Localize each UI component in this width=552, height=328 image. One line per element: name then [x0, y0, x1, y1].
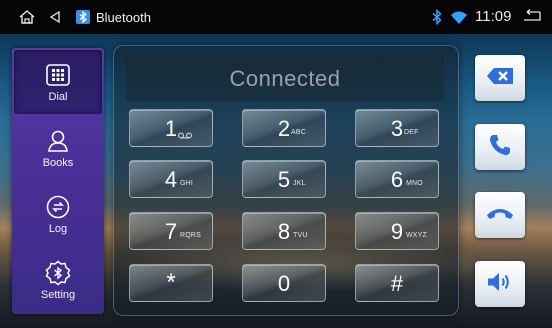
- voicemail-icon: [178, 132, 192, 141]
- sidebar-item-label: Log: [48, 222, 68, 235]
- key-letters: WXYZ: [406, 232, 428, 239]
- sidebar-item-dial[interactable]: Dial: [14, 50, 102, 114]
- key-letters: RQRS: [180, 232, 202, 239]
- sidebar-item-label: Books: [42, 156, 74, 169]
- key-hash[interactable]: #: [355, 264, 439, 302]
- number-display: Connected: [126, 56, 444, 102]
- volume-button[interactable]: [475, 261, 525, 307]
- sidebar-item-label: Dial: [48, 90, 68, 103]
- key-5[interactable]: 5 JKL: [242, 160, 326, 198]
- key-letters: JKL: [293, 180, 306, 187]
- key-7[interactable]: 7 RQRS: [129, 212, 213, 250]
- key-letters: DEF: [404, 129, 419, 136]
- key-digit: 4: [164, 167, 178, 192]
- backspace-button[interactable]: [475, 55, 525, 101]
- key-digit: 1: [164, 116, 178, 141]
- key-digit: 6: [390, 167, 404, 192]
- sidebar-item-log[interactable]: Log: [14, 182, 102, 246]
- key-digit: *: [166, 269, 176, 296]
- key-8[interactable]: 8 TVU: [242, 212, 326, 250]
- hang-up-button[interactable]: [475, 192, 525, 238]
- key-2[interactable]: 2 ABC: [242, 109, 326, 147]
- return-icon[interactable]: [522, 9, 542, 25]
- keypad-icon: [45, 62, 71, 88]
- key-digit: 3: [390, 116, 404, 141]
- contact-icon: [45, 128, 71, 154]
- backspace-icon: [487, 67, 513, 89]
- connection-status: Connected: [229, 66, 341, 91]
- sidebar: Dial Books Log Setting: [12, 48, 104, 314]
- key-letters: GHI: [180, 180, 194, 187]
- key-digit: 5: [277, 167, 291, 192]
- call-log-icon: [45, 194, 71, 220]
- sidebar-item-setting[interactable]: Setting: [14, 248, 102, 312]
- key-0[interactable]: 0: [242, 264, 326, 302]
- key-9[interactable]: 9 WXYZ: [355, 212, 439, 250]
- volume-icon: [487, 272, 513, 297]
- home-icon[interactable]: [18, 9, 36, 25]
- bluetooth-settings-icon: [45, 260, 71, 286]
- key-digit: 2: [277, 116, 291, 141]
- key-star[interactable]: *: [129, 264, 213, 302]
- bluetooth-icon: [432, 9, 442, 25]
- call-icon: [488, 133, 512, 162]
- key-3[interactable]: 3 DEF: [355, 109, 439, 147]
- bluetooth-app-icon: [76, 9, 90, 25]
- hang-up-icon: [486, 206, 514, 225]
- key-letters: TVU: [293, 232, 308, 239]
- app-title: Bluetooth: [96, 10, 151, 25]
- call-button[interactable]: [475, 124, 525, 170]
- key-digit: 8: [277, 219, 291, 244]
- sidebar-item-books[interactable]: Books: [14, 116, 102, 180]
- sidebar-item-label: Setting: [40, 288, 76, 301]
- key-1[interactable]: 1: [129, 109, 213, 147]
- key-letters: MNO: [406, 180, 423, 187]
- key-digit: #: [390, 271, 404, 296]
- key-letters: ABC: [291, 129, 306, 136]
- wifi-icon: [450, 9, 468, 25]
- clock: 11:09: [475, 8, 512, 25]
- key-4[interactable]: 4 GHI: [129, 160, 213, 198]
- back-icon[interactable]: [48, 9, 62, 25]
- key-6[interactable]: 6 MNO: [355, 160, 439, 198]
- status-bar: Bluetooth 11:09: [0, 0, 552, 34]
- key-digit: 0: [277, 271, 291, 296]
